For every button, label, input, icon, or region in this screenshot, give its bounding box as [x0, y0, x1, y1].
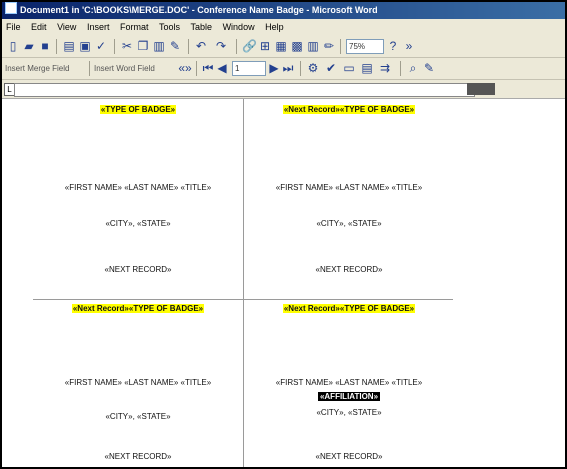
word-app-icon[interactable] [5, 2, 17, 14]
menu-tools[interactable]: Tools [159, 22, 180, 32]
edit-data-source-icon[interactable]: ✎ [422, 61, 436, 76]
mail-merge-toolbar: Insert Merge Field Insert Word Field «» … [2, 58, 565, 80]
merge-to-document-icon[interactable]: ▭ [342, 61, 356, 76]
label-sheet: «TYPE OF BADGE» «FIRST NAME» «LAST NAME»… [12, 99, 553, 467]
menu-format[interactable]: Format [120, 22, 149, 32]
menu-view[interactable]: View [57, 22, 76, 32]
affiliation-field-selected[interactable]: «AFFILIATION» [317, 392, 381, 401]
merge-to-printer-icon[interactable]: ▤ [360, 61, 374, 76]
open-folder-icon[interactable]: ▰ [22, 39, 36, 54]
toolbar-options-icon[interactable]: » [402, 39, 416, 54]
badge-type-field: «Next Record»«TYPE OF BADGE» [282, 105, 416, 114]
menu-table[interactable]: Table [191, 22, 213, 32]
name-title-field: «FIRST NAME» «LAST NAME» «TITLE» [64, 378, 212, 387]
next-record-field: «NEXT RECORD» [104, 265, 172, 274]
menu-file[interactable]: File [6, 22, 21, 32]
document-area: «TYPE OF BADGE» «FIRST NAME» «LAST NAME»… [2, 99, 565, 467]
tables-borders-icon[interactable]: ⊞ [258, 39, 272, 54]
standard-toolbar: ▯ ▰ ■ ▤ ▣ ✓ ✂ ❐ ▥ ✎ ↶ ↷ 🔗 ⊞ ▦ ▩ ▥ ✏ 75% … [2, 36, 565, 58]
menu-bar: File Edit View Insert Format Tools Table… [2, 19, 565, 36]
paste-icon[interactable]: ▥ [152, 39, 166, 54]
undo-icon[interactable]: ↶ [194, 39, 208, 54]
badge-type-field: «Next Record»«TYPE OF BADGE» [282, 304, 416, 313]
window-title: Document1 in 'C:\BOOKS\MERGE.DOC' - Conf… [20, 5, 378, 15]
new-document-icon[interactable]: ▯ [6, 39, 20, 54]
next-record-field: «NEXT RECORD» [104, 452, 172, 461]
word-window: Document1 in 'C:\BOOKS\MERGE.DOC' - Conf… [0, 0, 567, 469]
name-title-field: «FIRST NAME» «LAST NAME» «TITLE» [64, 183, 212, 192]
insert-word-field-button[interactable]: Insert Word Field [94, 61, 174, 76]
ruler-margin [467, 83, 495, 95]
insert-merge-field-button[interactable]: Insert Merge Field [5, 61, 87, 76]
next-record-icon[interactable]: ▶ [268, 61, 280, 76]
format-painter-icon[interactable]: ✎ [168, 39, 182, 54]
badge-label-4[interactable]: «Next Record»«TYPE OF BADGE» «FIRST NAME… [244, 300, 454, 467]
badge-type-field: «TYPE OF BADGE» [99, 105, 177, 114]
next-record-field: «NEXT RECORD» [315, 265, 383, 274]
drawing-icon[interactable]: ✏ [322, 39, 336, 54]
save-icon[interactable]: ■ [38, 39, 52, 54]
previous-record-icon[interactable]: ◀ [216, 61, 228, 76]
print-icon[interactable]: ▤ [62, 39, 76, 54]
copy-icon[interactable]: ❐ [136, 39, 150, 54]
find-record-icon[interactable]: ⌕ [406, 61, 420, 76]
next-record-field: «NEXT RECORD» [315, 452, 383, 461]
name-title-field: «FIRST NAME» «LAST NAME» «TITLE» [275, 183, 423, 192]
name-title-field: «FIRST NAME» «LAST NAME» «TITLE» [275, 378, 423, 387]
insert-excel-icon[interactable]: ▩ [290, 39, 304, 54]
redo-icon[interactable]: ↷ [214, 39, 228, 54]
last-record-icon[interactable]: ⏭ [282, 61, 294, 76]
ruler: L [2, 80, 565, 99]
check-errors-icon[interactable]: ✔ [324, 61, 338, 76]
city-state-field: «CITY», «STATE» [105, 412, 171, 421]
title-bar: Document1 in 'C:\BOOKS\MERGE.DOC' - Conf… [2, 2, 565, 19]
record-number-field[interactable]: 1 [232, 61, 266, 76]
insert-table-icon[interactable]: ▦ [274, 39, 288, 54]
menu-help[interactable]: Help [265, 22, 284, 32]
city-state-field: «CITY», «STATE» [316, 408, 382, 417]
view-merged-data-icon[interactable]: «» [178, 61, 192, 76]
mail-merge-helper-icon[interactable]: ⚙ [306, 61, 320, 76]
menu-insert[interactable]: Insert [87, 22, 110, 32]
city-state-field: «CITY», «STATE» [105, 219, 171, 228]
badge-label-2[interactable]: «Next Record»«TYPE OF BADGE» «FIRST NAME… [244, 99, 454, 299]
hyperlink-icon[interactable]: 🔗 [242, 39, 257, 54]
badge-label-3[interactable]: «Next Record»«TYPE OF BADGE» «FIRST NAME… [33, 300, 243, 467]
menu-window[interactable]: Window [223, 22, 255, 32]
badge-label-1[interactable]: «TYPE OF BADGE» «FIRST NAME» «LAST NAME»… [33, 99, 243, 299]
zoom-field[interactable]: 75% [346, 39, 384, 54]
city-state-field: «CITY», «STATE» [316, 219, 382, 228]
print-preview-icon[interactable]: ▣ [78, 39, 92, 54]
menu-edit[interactable]: Edit [31, 22, 47, 32]
spelling-icon[interactable]: ✓ [94, 39, 108, 54]
cut-icon[interactable]: ✂ [120, 39, 134, 54]
badge-type-field: «Next Record»«TYPE OF BADGE» [71, 304, 205, 313]
help-icon[interactable]: ? [386, 39, 400, 54]
first-record-icon[interactable]: ⏮ [202, 61, 214, 76]
columns-icon[interactable]: ▥ [306, 39, 320, 54]
ruler-strip[interactable] [14, 83, 475, 97]
merge-icon[interactable]: ⇉ [378, 61, 392, 76]
